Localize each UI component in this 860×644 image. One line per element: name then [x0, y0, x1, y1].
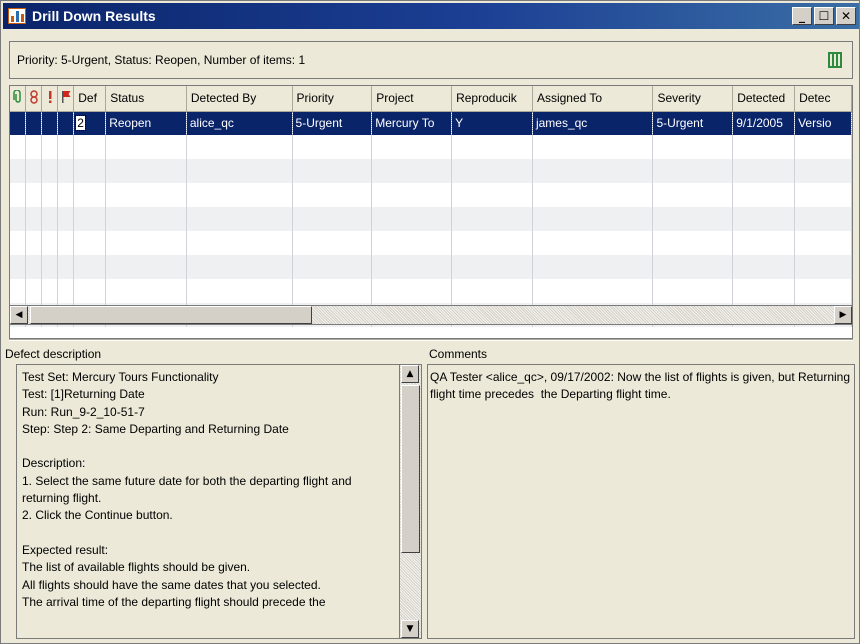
flag-cell	[57, 111, 75, 135]
drill-down-window: Drill Down Results _ ☐ ✕ Priority: 5-Urg…	[0, 0, 860, 644]
column-header-detected-by[interactable]: Detected By	[186, 86, 293, 112]
title-bar[interactable]: Drill Down Results _ ☐ ✕	[3, 3, 859, 29]
defect-description-label: Defect description	[5, 347, 102, 361]
empty-row	[10, 255, 852, 279]
cell-detected-by[interactable]: alice_qc	[186, 111, 293, 135]
linked-icon[interactable]	[25, 86, 43, 112]
vertical-scroll-thumb[interactable]	[401, 385, 420, 553]
empty-row	[10, 279, 852, 303]
filter-summary: Priority: 5-Urgent, Status: Reopen, Numb…	[9, 41, 853, 79]
urgent-icon[interactable]	[41, 86, 59, 112]
cell-assigned-to[interactable]: james_qc	[532, 111, 654, 135]
cell-detected[interactable]: 9/1/2005	[732, 111, 796, 135]
defect-description-text: Test Set: Mercury Tours Functionality Te…	[22, 370, 352, 609]
vertical-scrollbar[interactable]: ▲ ▼	[399, 365, 421, 638]
comments-text: QA Tester <alice_qc>, 09/17/2002: Now th…	[430, 370, 854, 402]
attachment-icon[interactable]	[10, 86, 27, 112]
chart-icon	[8, 8, 26, 24]
empty-row	[10, 135, 852, 159]
column-header-project[interactable]: Project	[371, 86, 453, 112]
cell-status[interactable]: Reopen	[105, 111, 187, 135]
cell-project[interactable]: Mercury To	[371, 111, 453, 135]
column-header-severity[interactable]: Severity	[652, 86, 734, 112]
flag-icon[interactable]	[57, 86, 75, 112]
horizontal-scrollbar[interactable]: ◀ ▶	[9, 305, 853, 325]
comments-label: Comments	[429, 347, 488, 361]
comments-box[interactable]: QA Tester <alice_qc>, 09/17/2002: Now th…	[427, 364, 855, 639]
column-header-status[interactable]: Status	[105, 86, 187, 112]
minimize-button[interactable]: _	[792, 7, 812, 25]
cell-severity[interactable]: 5-Urgent	[652, 111, 734, 135]
column-header-detected-version[interactable]: Detec	[794, 86, 852, 112]
linked-cell	[25, 111, 43, 135]
empty-row	[10, 231, 852, 255]
defect-description-box[interactable]: Test Set: Mercury Tours Functionality Te…	[16, 364, 422, 639]
attachment-cell	[10, 111, 27, 135]
cell-detected-version[interactable]: Versio	[794, 111, 852, 135]
empty-row	[10, 159, 852, 183]
grid-header-row: Def Status Detected By Priority Project …	[10, 86, 852, 112]
pane-splitter[interactable]	[9, 339, 853, 341]
scroll-left-icon[interactable]: ◀	[10, 306, 28, 324]
scroll-right-icon[interactable]: ▶	[834, 306, 852, 324]
horizontal-scroll-thumb[interactable]	[30, 306, 312, 324]
cell-defect-id[interactable]: 2	[73, 111, 107, 135]
cell-reproducible[interactable]: Y	[451, 111, 533, 135]
close-button[interactable]: ✕	[836, 7, 856, 25]
table-row[interactable]: 2 Reopen alice_qc 5-Urgent Mercury To Y …	[10, 111, 852, 135]
column-header-reproducible[interactable]: Reproducik	[451, 86, 533, 112]
scroll-down-icon[interactable]: ▼	[401, 620, 419, 638]
summary-text: Priority: 5-Urgent, Status: Reopen, Numb…	[17, 53, 306, 67]
select-columns-icon[interactable]	[828, 52, 842, 68]
cell-priority[interactable]: 5-Urgent	[292, 111, 373, 135]
empty-row	[10, 183, 852, 207]
scroll-up-icon[interactable]: ▲	[401, 365, 419, 383]
column-header-priority[interactable]: Priority	[292, 86, 373, 112]
urgent-cell	[41, 111, 59, 135]
maximize-button[interactable]: ☐	[814, 7, 834, 25]
window-title: Drill Down Results	[32, 8, 156, 24]
column-header-def[interactable]: Def	[73, 86, 107, 112]
empty-row	[10, 207, 852, 231]
results-grid: Def Status Detected By Priority Project …	[9, 85, 853, 339]
column-header-detected[interactable]: Detected	[732, 86, 796, 112]
column-header-assigned-to[interactable]: Assigned To	[532, 86, 654, 112]
